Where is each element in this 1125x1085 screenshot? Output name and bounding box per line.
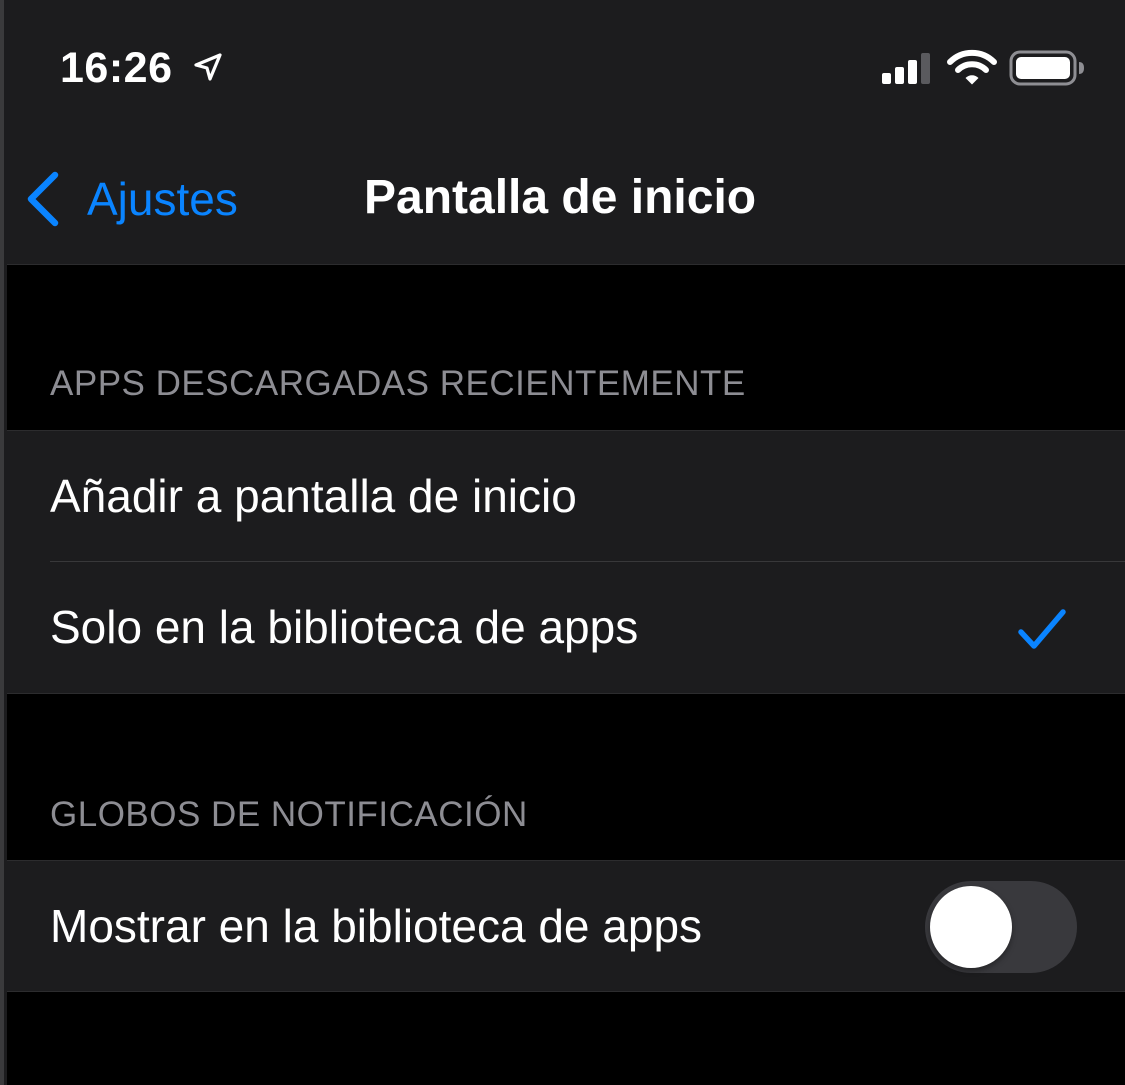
back-button[interactable]: Ajustes [23,164,238,234]
settings-group-recent-apps: Añadir a pantalla de inicio Solo en la b… [7,430,1125,694]
settings-group-notification-badges: Mostrar en la biblioteca de apps [7,860,1125,992]
location-arrow-icon [194,53,222,81]
status-bar: 16:26 [7,0,1125,130]
row-show-in-app-library: Mostrar en la biblioteca de apps [7,861,1125,992]
wifi-icon [947,49,997,85]
toggle-knob [930,886,1012,968]
row-label: Añadir a pantalla de inicio [50,470,577,522]
chevron-left-icon [27,171,59,227]
row-label: Solo en la biblioteca de apps [50,601,639,653]
row-label: Mostrar en la biblioteca de apps [50,900,703,952]
section-header-notification-badges: GLOBOS DE NOTIFICACIÓN [50,795,528,834]
section-header-recent-apps: APPS DESCARGADAS RECIENTEMENTE [50,364,746,403]
back-button-label: Ajustes [87,173,238,225]
show-in-app-library-toggle[interactable] [925,881,1077,973]
status-time: 16:26 [60,44,173,92]
navigation-bar: Ajustes Pantalla de inicio [7,150,1125,250]
option-add-to-home-screen[interactable]: Añadir a pantalla de inicio [7,431,1125,562]
page-title: Pantalla de inicio [364,171,757,224]
cellular-signal-icon [882,53,930,84]
header: 16:26 Ajustes Pantalla de inicio [7,0,1125,265]
option-app-library-only[interactable]: Solo en la biblioteca de apps [7,562,1125,693]
checkmark-icon [1018,609,1066,649]
battery-icon [1009,50,1084,86]
